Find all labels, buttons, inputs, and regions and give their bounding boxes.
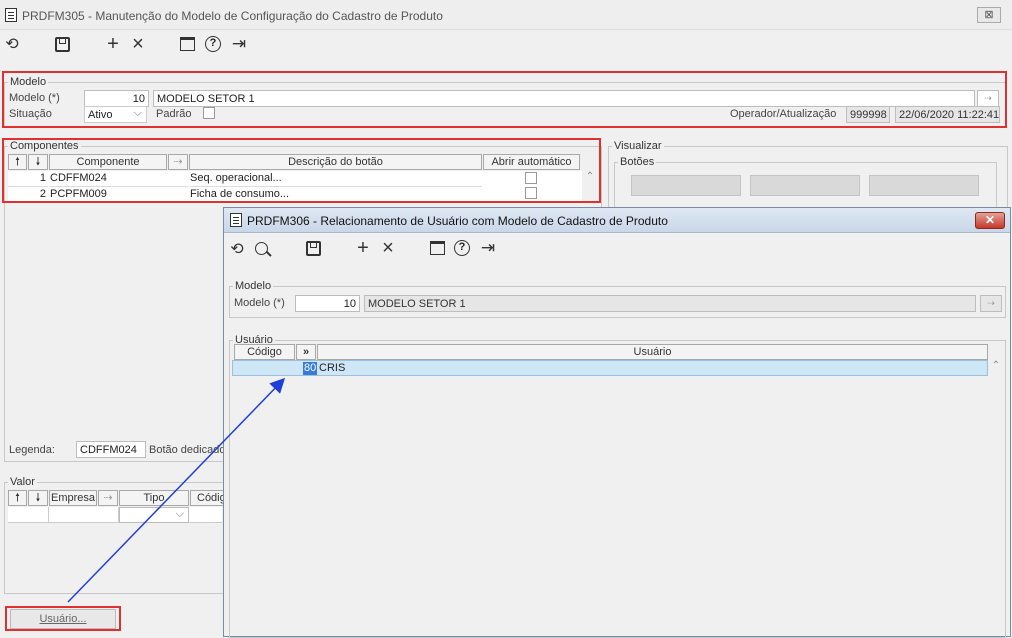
arrow-line <box>67 377 286 603</box>
annotation-arrow <box>67 377 286 603</box>
